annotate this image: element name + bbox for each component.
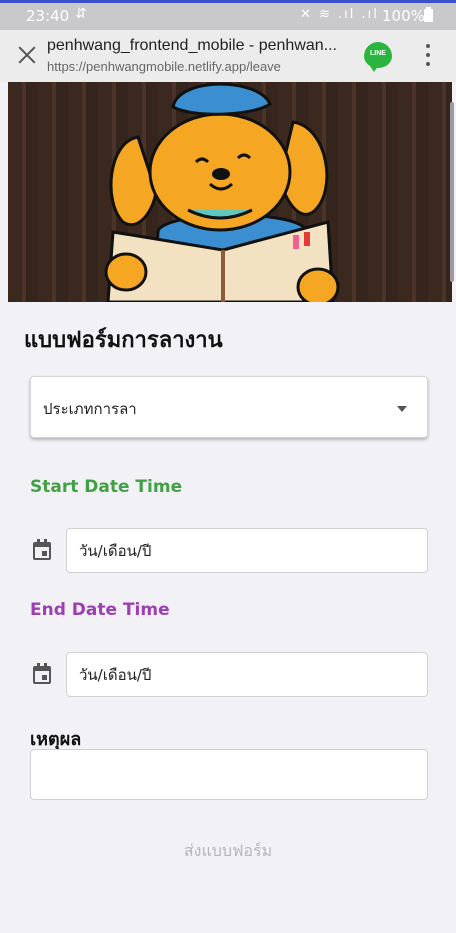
- status-bar-accent-line: [0, 0, 456, 3]
- more-vert-icon[interactable]: [418, 42, 438, 70]
- start-date-label: Start Date Time: [30, 477, 183, 497]
- status-bar: 23:40 ⇵ ✕ ≋ .ıl .ıl 100%: [0, 0, 456, 30]
- page-content: แบบฟอร์มการลางาน ประเภทการลา Start Date …: [0, 82, 456, 933]
- reason-input[interactable]: [30, 749, 428, 800]
- leave-type-placeholder: ประเภทการลา: [43, 400, 137, 418]
- calendar-icon[interactable]: [32, 663, 52, 685]
- battery-percent: 100%: [382, 7, 425, 25]
- page-title: penhwang_frontend_mobile - penhwan...: [47, 37, 337, 54]
- leave-type-select[interactable]: ประเภทการลา: [30, 376, 428, 438]
- battery-icon: [424, 7, 433, 22]
- banner-image: [8, 82, 452, 302]
- calendar-icon[interactable]: [32, 539, 52, 561]
- submit-button[interactable]: ส่งแบบฟอร์ม: [150, 836, 306, 866]
- page-scrollbar[interactable]: [450, 102, 454, 282]
- start-date-input[interactable]: [66, 528, 428, 573]
- browser-toolbar: penhwang_frontend_mobile - penhwan... ht…: [0, 30, 456, 82]
- end-date-label: End Date Time: [30, 600, 170, 620]
- dropdown-arrow-icon: [397, 406, 407, 412]
- status-time: 23:40: [26, 7, 70, 25]
- signal-icons: ✕ ≋ .ıl .ıl: [300, 7, 379, 22]
- page-url[interactable]: https://penhwangmobile.netlify.app/leave: [47, 59, 353, 74]
- close-icon[interactable]: [12, 40, 42, 70]
- form-title: แบบฟอร์มการลางาน: [24, 328, 223, 353]
- line-app-icon[interactable]: LINE: [364, 42, 392, 72]
- end-date-input[interactable]: [66, 652, 428, 697]
- usb-icon: ⇵: [75, 6, 87, 22]
